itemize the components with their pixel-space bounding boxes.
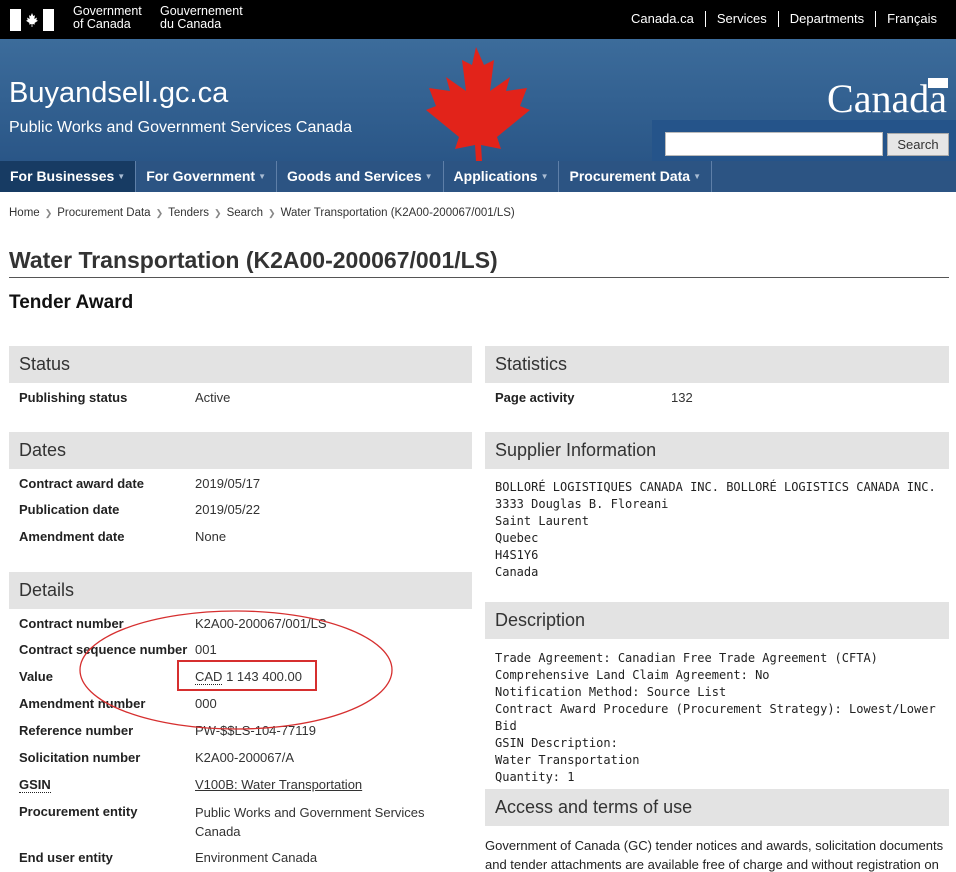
breadcrumb-current: Water Transportation (K2A00-200067/001/L…	[280, 207, 515, 219]
gsin-link[interactable]: V100B: Water Transportation	[195, 777, 362, 792]
publication-date-label: Publication date	[19, 502, 120, 517]
search-area: Search	[652, 120, 956, 161]
publishing-status-label: Publishing status	[19, 390, 128, 405]
description-line: Notification Method: Source List	[495, 685, 727, 699]
site-subtitle: Public Works and Government Services Can…	[9, 119, 352, 136]
supplier-city: Saint Laurent	[495, 514, 589, 528]
access-text-line1: Government of Canada (GC) tender notices…	[485, 838, 944, 853]
gov-en-line2: of Canada	[73, 17, 131, 31]
access-text-line2: and tender attachments are available fre…	[485, 857, 939, 872]
procurement-entity-line1: Public Works and Government Services	[195, 805, 425, 820]
procurement-entity-label: Procurement entity	[19, 804, 138, 819]
link-canada-ca[interactable]: Canada.ca	[620, 11, 705, 27]
breadcrumb-search[interactable]: Search	[227, 207, 263, 219]
search-button[interactable]: Search	[887, 133, 949, 156]
top-links: Canada.ca Services Departments Français	[620, 11, 948, 27]
contract-award-date-value: 2019/05/17	[195, 476, 261, 491]
value-label: Value	[19, 669, 53, 684]
status-heading: Status	[9, 346, 472, 383]
statistics-heading: Statistics	[485, 346, 949, 383]
supplier-heading: Supplier Information	[485, 432, 949, 469]
chevron-right-icon: ❯	[44, 207, 53, 218]
gov-fr-line2: du Canada	[160, 17, 222, 31]
main-nav: For Businesses ▼ For Government ▼ Goods an…	[0, 161, 956, 192]
description-line: GSIN Description:	[495, 736, 618, 750]
description-line: Quantity: 1	[495, 770, 575, 784]
end-user-entity-label: End user entity	[19, 850, 113, 865]
description-line: Contract Award Procedure (Procurement St…	[495, 702, 936, 733]
description-line: Comprehensive Land Claim Agreement: No	[495, 668, 770, 682]
supplier-province: Quebec	[495, 531, 539, 545]
chevron-right-icon: ❯	[214, 207, 222, 218]
canada-wordmark: Canada	[827, 75, 948, 122]
end-user-entity-value: Environment Canada	[195, 850, 318, 865]
caret-down-icon: ▼	[424, 172, 433, 181]
gsin-label[interactable]: GSIN	[19, 777, 51, 793]
nav-for-government[interactable]: For Government ▼	[136, 161, 278, 192]
caret-down-icon: ▼	[117, 172, 126, 181]
publishing-status-value: Active	[195, 390, 231, 405]
solicitation-number-label: Solicitation number	[19, 750, 141, 765]
supplier-country: Canada	[495, 565, 539, 579]
supplier-postal-code: H4S1Y6	[495, 548, 539, 562]
amendment-date-value: None	[195, 529, 227, 544]
page-activity-value: 132	[671, 390, 693, 405]
nav-label: Procurement Data	[569, 168, 691, 184]
page-activity-label: Page activity	[495, 390, 575, 405]
title-divider	[9, 277, 949, 278]
nav-label: Goods and Services	[287, 168, 422, 184]
maple-leaf-icon	[426, 47, 530, 161]
supplier-name: BOLLORÉ LOGISTIQUES CANADA INC. BOLLORÉ …	[495, 480, 936, 494]
breadcrumb-procurement-data[interactable]: Procurement Data	[57, 207, 150, 219]
caret-down-icon: ▼	[540, 172, 549, 181]
description-body: Trade Agreement: Canadian Free Trade Agr…	[495, 650, 956, 786]
access-heading: Access and terms of use	[485, 789, 949, 826]
breadcrumb-home[interactable]: Home	[9, 207, 40, 219]
breadcrumb: Home ❯ Procurement Data ❯ Tenders ❯ Sear…	[9, 207, 515, 219]
dates-heading: Dates	[9, 432, 472, 469]
caret-down-icon: ▼	[693, 172, 701, 181]
chevron-right-icon: ❯	[155, 207, 164, 218]
description-line: Water Transportation	[495, 753, 640, 767]
nav-label: For Government	[146, 168, 256, 184]
solicitation-number-value: K2A00-200067/A	[195, 750, 295, 765]
gov-signature-fr[interactable]: Gouvernement du Canada	[160, 5, 243, 31]
amendment-date-label: Amendment date	[19, 529, 125, 544]
nav-goods-and-services[interactable]: Goods and Services ▼	[277, 161, 444, 192]
procurement-entity-line2: Canada	[195, 824, 241, 839]
link-departments[interactable]: Departments	[777, 11, 875, 27]
caret-down-icon: ▼	[258, 172, 267, 181]
link-services[interactable]: Services	[704, 11, 778, 27]
nav-label: For Businesses	[10, 168, 115, 184]
site-title[interactable]: Buyandsell.gc.ca	[9, 77, 228, 110]
access-text: Government of Canada (GC) tender notices…	[485, 836, 943, 872]
details-heading: Details	[9, 572, 472, 609]
gc-topbar: Government of Canada Gouvernement du Can…	[0, 0, 956, 39]
canada-flag-icon	[10, 9, 54, 31]
page-title: Water Transportation (K2A00-200067/001/L…	[9, 247, 498, 273]
breadcrumb-tenders[interactable]: Tenders	[168, 207, 209, 219]
contract-award-date-label: Contract award date	[19, 476, 144, 491]
gov-signature-en[interactable]: Government of Canada	[73, 5, 142, 31]
supplier-street: 3333 Douglas B. Floreani	[495, 497, 669, 511]
publication-date-value: 2019/05/22	[195, 502, 261, 517]
nav-procurement-data[interactable]: Procurement Data ▼	[559, 161, 712, 192]
chevron-right-icon: ❯	[268, 207, 276, 218]
site-banner: Buyandsell.gc.ca Public Works and Govern…	[0, 39, 956, 161]
annotation-highlight-box	[177, 660, 317, 691]
procurement-entity-value: Public Works and Government Services Can…	[195, 803, 425, 841]
search-input[interactable]	[665, 132, 883, 156]
nav-applications[interactable]: Applications ▼	[444, 161, 560, 192]
nav-for-businesses[interactable]: For Businesses ▼	[0, 161, 137, 192]
nav-label: Applications	[453, 168, 538, 184]
page-subtitle: Tender Award	[9, 292, 134, 313]
wordmark-flag-icon	[928, 78, 948, 88]
description-heading: Description	[485, 602, 949, 639]
link-francais[interactable]: Français	[875, 11, 948, 27]
description-line: Trade Agreement: Canadian Free Trade Agr…	[495, 651, 878, 665]
supplier-address: BOLLORÉ LOGISTIQUES CANADA INC. BOLLORÉ …	[495, 479, 936, 581]
